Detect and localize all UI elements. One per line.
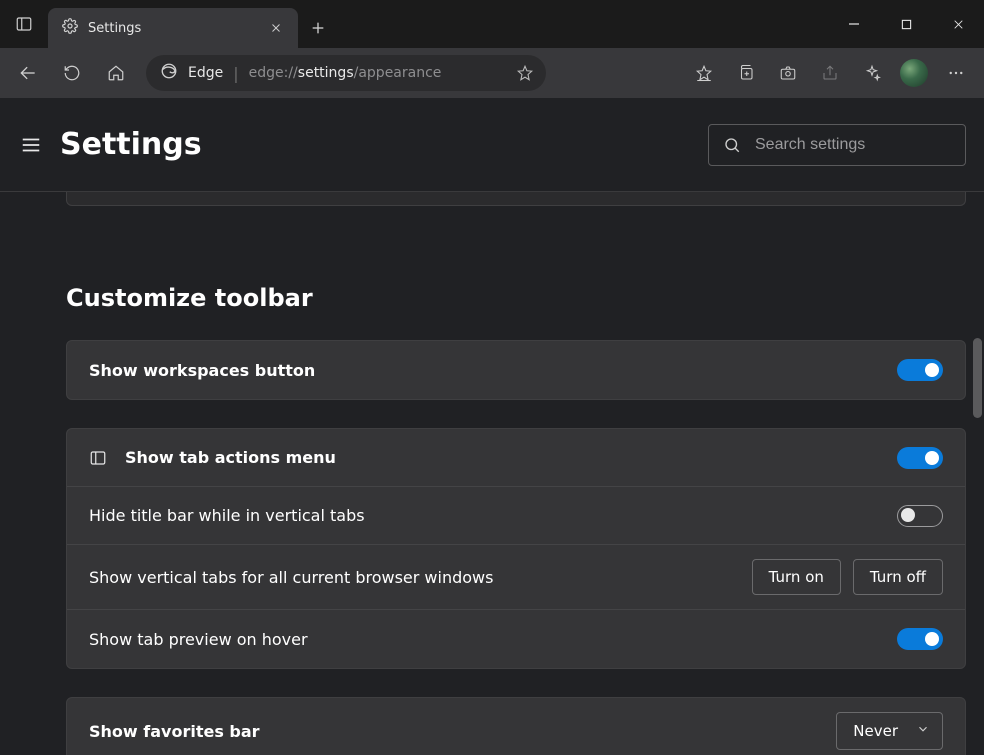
- chevron-down-icon: [916, 722, 930, 740]
- site-label: Edge: [188, 65, 223, 81]
- favorites-button[interactable]: [684, 53, 724, 93]
- gear-icon: [62, 18, 78, 38]
- search-box[interactable]: [708, 124, 966, 166]
- previous-card-edge: [66, 192, 966, 206]
- page-title: Settings: [60, 127, 202, 162]
- refresh-button[interactable]: [52, 53, 92, 93]
- settings-header: Settings: [0, 98, 984, 192]
- menu-button[interactable]: [20, 134, 42, 156]
- workspaces-toggle[interactable]: [897, 359, 943, 381]
- turn-off-button[interactable]: Turn off: [853, 559, 943, 595]
- favorites-card: Show favorites bar Never: [66, 697, 966, 755]
- tab-title: Settings: [88, 21, 256, 36]
- add-favorite-button[interactable]: [510, 64, 540, 82]
- close-tab-button[interactable]: [266, 15, 286, 42]
- hide-titlebar-toggle[interactable]: [897, 505, 943, 527]
- profile-avatar[interactable]: [900, 59, 928, 87]
- tab-preview-label: Show tab preview on hover: [89, 630, 879, 649]
- tab-actions-button[interactable]: [0, 0, 48, 48]
- search-input[interactable]: [755, 136, 962, 154]
- more-button[interactable]: [936, 53, 976, 93]
- tab-actions-label: Show tab actions menu: [125, 448, 879, 467]
- favorites-bar-label: Show favorites bar: [89, 722, 818, 741]
- tab-actions-toggle[interactable]: [897, 447, 943, 469]
- edge-icon: [160, 62, 178, 84]
- browser-tab[interactable]: Settings: [48, 8, 298, 48]
- share-button[interactable]: [810, 53, 850, 93]
- vertical-tabs-all-label: Show vertical tabs for all current brows…: [89, 568, 734, 587]
- sparkle-button[interactable]: [852, 53, 892, 93]
- separator: |: [233, 64, 238, 83]
- window-controls: [828, 4, 984, 44]
- new-tab-button[interactable]: [298, 8, 338, 48]
- tab-preview-toggle[interactable]: [897, 628, 943, 650]
- hide-titlebar-label: Hide title bar while in vertical tabs: [89, 506, 879, 525]
- favorites-bar-value: Never: [853, 722, 898, 740]
- navbar: Edge | edge://settings/appearance: [0, 48, 984, 98]
- home-button[interactable]: [96, 53, 136, 93]
- address-bar[interactable]: Edge | edge://settings/appearance: [146, 55, 546, 91]
- close-window-button[interactable]: [932, 4, 984, 44]
- section-title: Customize toolbar: [66, 284, 966, 312]
- turn-on-button[interactable]: Turn on: [752, 559, 841, 595]
- search-icon: [723, 136, 741, 154]
- titlebar: Settings: [0, 0, 984, 48]
- minimize-button[interactable]: [828, 4, 880, 44]
- url-text: edge://settings/appearance: [249, 65, 442, 81]
- back-button[interactable]: [8, 53, 48, 93]
- workspaces-card: Show workspaces button: [66, 340, 966, 400]
- tab-actions-icon: [89, 449, 107, 467]
- tabs-card: Show tab actions menu Hide title bar whi…: [66, 428, 966, 669]
- screenshot-button[interactable]: [768, 53, 808, 93]
- favorites-bar-select[interactable]: Never: [836, 712, 943, 750]
- maximize-button[interactable]: [880, 4, 932, 44]
- scrollbar-thumb[interactable]: [973, 338, 982, 418]
- collections-button[interactable]: [726, 53, 766, 93]
- content-area: Customize toolbar Show workspaces button…: [0, 192, 984, 755]
- workspaces-label: Show workspaces button: [89, 361, 879, 380]
